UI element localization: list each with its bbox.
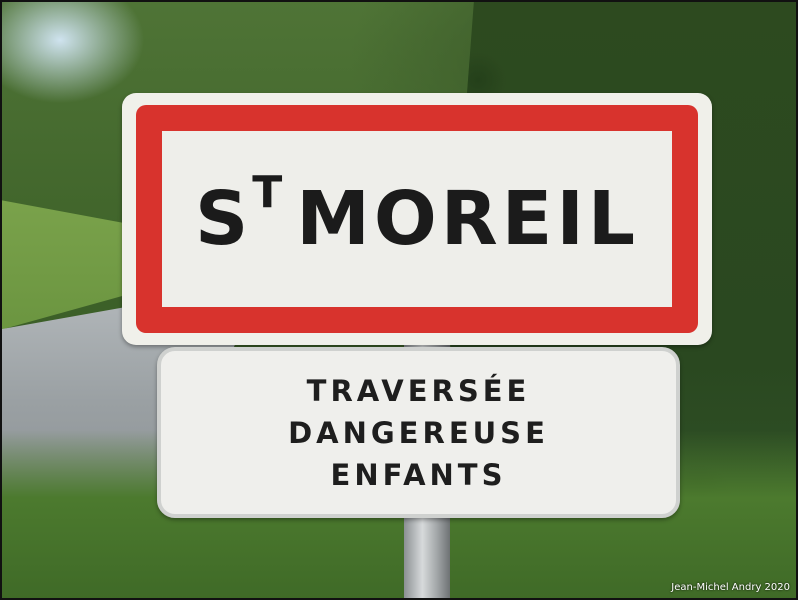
town-prefix: S [194,176,253,262]
warning-sign: TRAVERSÉE DANGEREUSE ENFANTS [157,347,680,518]
town-prefix-superscript: T [252,167,287,218]
town-name-text: MOREIL [296,176,640,262]
warning-line: ENFANTS [330,457,507,492]
photo-credit: Jean-Michel Andry 2020 [671,582,790,593]
warning-line: DANGEREUSE [288,415,549,450]
town-sign-border: S T MOREIL [136,105,698,333]
warning-line: TRAVERSÉE [306,373,531,408]
photo: S T MOREIL TRAVERSÉE DANGEREUSE ENFANTS … [0,0,798,600]
town-name: S T MOREIL [162,131,672,307]
town-sign: S T MOREIL [122,93,712,345]
